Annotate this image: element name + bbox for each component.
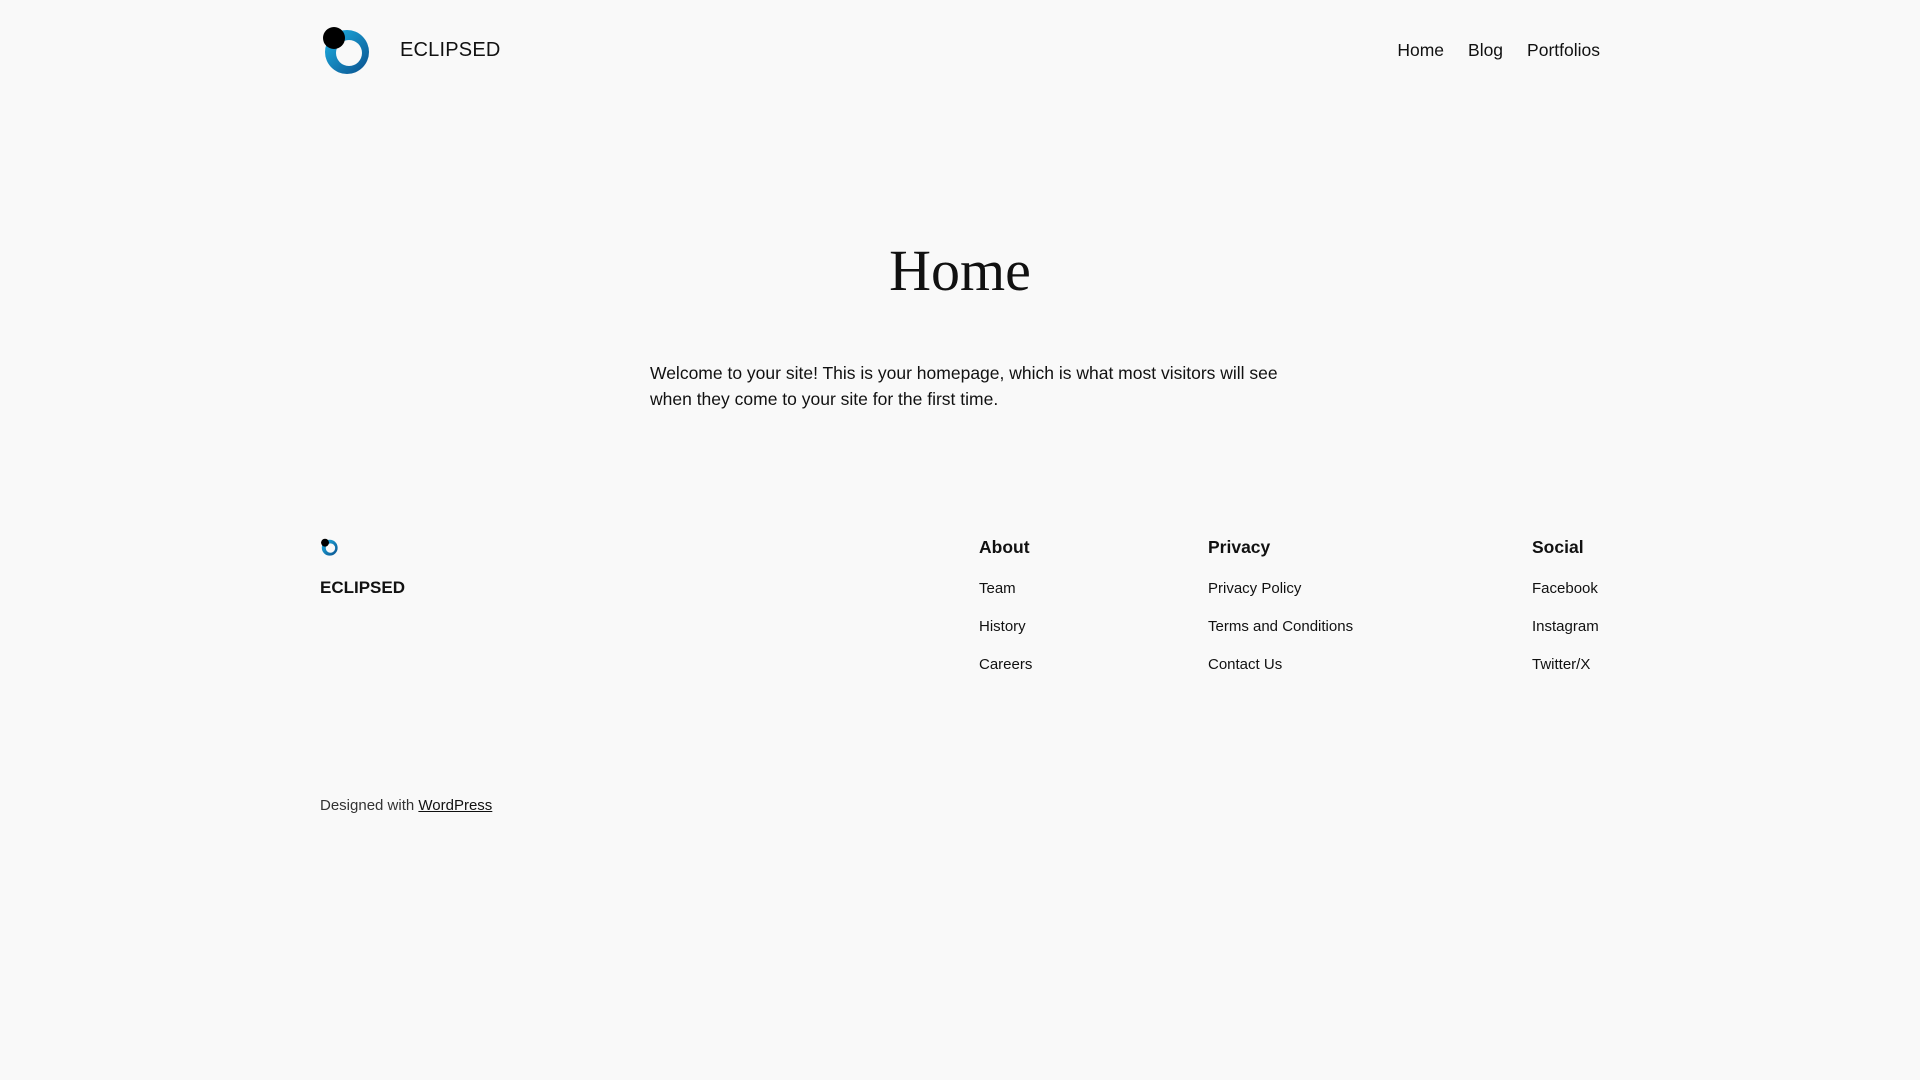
intro-paragraph: Welcome to your site! This is your homep… xyxy=(650,363,1278,409)
list-item: Instagram xyxy=(1532,616,1599,638)
list-item: Twitter/X xyxy=(1532,654,1599,676)
credit-prefix: Designed with xyxy=(320,797,419,814)
eclipse-logo-icon xyxy=(323,27,369,74)
site-logo-link[interactable] xyxy=(320,25,370,75)
footer-link-careers[interactable]: Careers xyxy=(979,656,1032,673)
list-item: History xyxy=(979,616,1032,638)
footer-links-privacy: Privacy Policy Terms and Conditions Cont… xyxy=(1208,578,1353,676)
list-item: Contact Us xyxy=(1208,654,1353,676)
footer-column-about: About Team History Careers xyxy=(979,536,1032,692)
list-item: Facebook xyxy=(1532,578,1599,600)
primary-nav: Home Blog Portfolios xyxy=(1397,40,1600,61)
footer-column-social: Social Facebook Instagram Twitter/X xyxy=(1532,536,1599,692)
footer-link-twitter[interactable]: Twitter/X xyxy=(1532,656,1590,673)
page-title: Home xyxy=(889,238,1031,303)
footer-link-terms[interactable]: Terms and Conditions xyxy=(1208,618,1353,635)
nav-item-blog[interactable]: Blog xyxy=(1468,40,1503,61)
footer-link-history[interactable]: History xyxy=(979,618,1026,635)
wordpress-link[interactable]: WordPress xyxy=(418,797,492,814)
footer-links-social: Facebook Instagram Twitter/X xyxy=(1532,578,1599,676)
footer-link-contact[interactable]: Contact Us xyxy=(1208,656,1282,673)
list-item: Careers xyxy=(979,654,1032,676)
list-item: Team xyxy=(979,578,1032,600)
brand: ECLIPSED xyxy=(320,25,501,75)
footer-links-about: Team History Careers xyxy=(979,578,1032,676)
footer-heading-about: About xyxy=(979,537,1030,557)
footer-site-title[interactable]: ECLIPSED xyxy=(320,578,405,598)
page: ECLIPSED Home Blog Portfolios Home Welco… xyxy=(0,0,1920,1080)
site-title[interactable]: ECLIPSED xyxy=(400,39,501,62)
eclipse-logo-icon xyxy=(321,538,338,556)
nav-item-home[interactable]: Home xyxy=(1397,40,1444,61)
site-header: ECLIPSED Home Blog Portfolios xyxy=(320,26,1600,74)
footer-link-team[interactable]: Team xyxy=(979,580,1016,597)
footer-credit: Designed with WordPress xyxy=(320,797,492,814)
list-item: Privacy Policy xyxy=(1208,578,1353,600)
footer-heading-privacy: Privacy xyxy=(1208,537,1271,557)
footer-link-instagram[interactable]: Instagram xyxy=(1532,618,1599,635)
footer-link-privacy-policy[interactable]: Privacy Policy xyxy=(1208,580,1301,597)
nav-item-portfolios[interactable]: Portfolios xyxy=(1527,40,1600,61)
footer-column-privacy: Privacy Privacy Policy Terms and Conditi… xyxy=(1208,536,1353,692)
footer-link-facebook[interactable]: Facebook xyxy=(1532,580,1598,597)
footer-logo-link[interactable] xyxy=(320,538,338,556)
footer-heading-social: Social xyxy=(1532,537,1584,557)
list-item: Terms and Conditions xyxy=(1208,616,1353,638)
